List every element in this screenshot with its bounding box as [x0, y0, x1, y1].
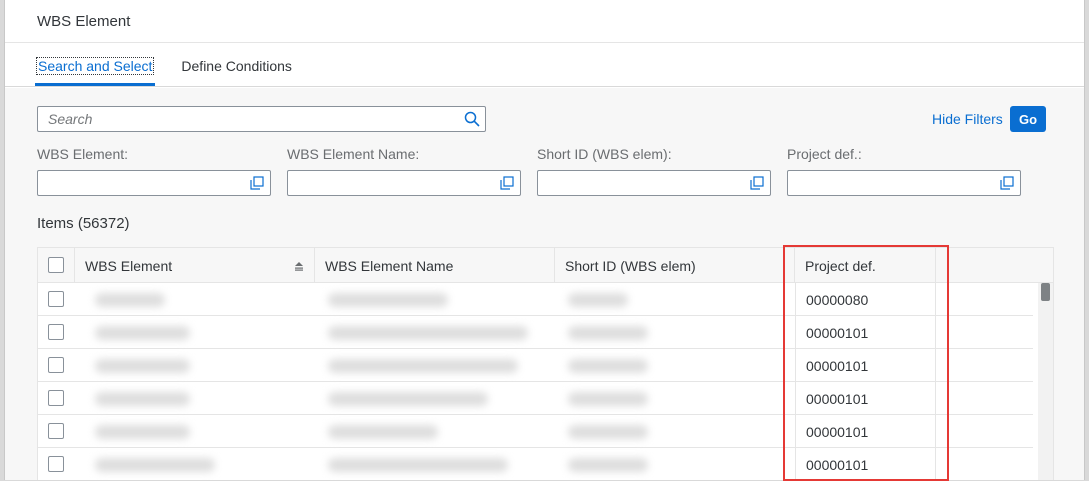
search-icon[interactable] [459, 107, 485, 131]
dialog-content: Hide Filters Go WBS Element: WBS Element… [5, 88, 1084, 480]
wbs-element-name-cell [318, 349, 554, 382]
wbs-element-name-input[interactable] [287, 170, 521, 196]
project-def-cell: 00000080 [795, 283, 936, 316]
value-help-icon[interactable] [1000, 176, 1014, 190]
filter-label: Short ID (WBS elem): [537, 146, 672, 162]
wbs-element-cell [85, 349, 315, 382]
row-checkbox[interactable] [48, 456, 64, 472]
short-id-cell [558, 448, 794, 480]
search-field[interactable] [37, 106, 486, 132]
tab-bar: Search and Select Define Conditions [5, 43, 1084, 87]
short-id-cell [558, 316, 794, 349]
filter-label: WBS Element Name: [287, 146, 420, 162]
scrollbar-thumb[interactable] [1041, 283, 1050, 301]
column-header-wbs-element-name[interactable]: WBS Element Name [315, 248, 555, 283]
project-def-cell: 00000101 [795, 382, 936, 415]
select-all-checkbox[interactable] [48, 257, 64, 273]
project-def-input[interactable] [787, 170, 1021, 196]
project-def-cell: 00000101 [795, 316, 936, 349]
wbs-element-name-cell [318, 448, 554, 480]
row-checkbox[interactable] [48, 357, 64, 373]
column-header-project-def[interactable]: Project def. [795, 248, 936, 283]
table-row[interactable]: 00000101 [38, 349, 1033, 382]
value-help-icon[interactable] [500, 176, 514, 190]
short-id-cell [558, 349, 794, 382]
vertical-scrollbar[interactable] [1038, 283, 1053, 480]
filter-label: Project def.: [787, 146, 862, 162]
project-def-cell: 00000101 [795, 415, 936, 448]
short-id-input[interactable] [537, 170, 771, 196]
tab-define-conditions[interactable]: Define Conditions [181, 58, 292, 86]
column-header-short-id[interactable]: Short ID (WBS elem) [555, 248, 795, 283]
wbs-element-dialog: WBS Element Search and Select Define Con… [4, 0, 1085, 480]
value-help-icon[interactable] [250, 176, 264, 190]
wbs-element-name-cell [318, 283, 554, 316]
filter-wbs-element-name: WBS Element Name: [287, 146, 521, 196]
items-table: WBS Element WBS Element Name Short ID (W… [37, 247, 1054, 480]
row-checkbox[interactable] [48, 324, 64, 340]
wbs-element-input[interactable] [37, 170, 271, 196]
wbs-element-cell [85, 448, 315, 480]
go-button[interactable]: Go [1010, 106, 1046, 132]
value-help-icon[interactable] [750, 176, 764, 190]
wbs-element-name-cell [318, 316, 554, 349]
column-header-wbs-element[interactable]: WBS Element [75, 248, 315, 283]
wbs-element-name-cell [318, 382, 554, 415]
sort-ascending-icon [295, 262, 303, 271]
table-row[interactable]: 00000101 [38, 415, 1033, 448]
filter-label: WBS Element: [37, 146, 129, 162]
table-header: WBS Element WBS Element Name Short ID (W… [38, 248, 1053, 283]
filter-project-def: Project def.: [787, 146, 1021, 196]
row-checkbox[interactable] [48, 423, 64, 439]
short-id-cell [558, 283, 794, 316]
row-checkbox[interactable] [48, 390, 64, 406]
project-def-cell: 00000101 [795, 349, 936, 382]
select-all-cell [38, 248, 75, 283]
short-id-cell [558, 415, 794, 448]
filter-wbs-element: WBS Element: [37, 146, 271, 196]
items-count-title: Items (56372) [37, 215, 130, 232]
wbs-element-cell [85, 283, 315, 316]
wbs-element-name-cell [318, 415, 554, 448]
short-id-cell [558, 382, 794, 415]
row-checkbox[interactable] [48, 291, 64, 307]
table-row[interactable]: 00000080 [38, 283, 1033, 316]
filter-short-id: Short ID (WBS elem): [537, 146, 771, 196]
project-def-cell: 00000101 [795, 448, 936, 480]
tab-search-and-select[interactable]: Search and Select [34, 57, 156, 86]
wbs-element-cell [85, 316, 315, 349]
wbs-element-cell [85, 415, 315, 448]
table-row[interactable]: 00000101 [38, 316, 1033, 349]
table-row[interactable]: 00000101 [38, 448, 1033, 480]
dialog-title: WBS Element [5, 0, 1084, 43]
table-row[interactable]: 00000101 [38, 382, 1033, 415]
wbs-element-cell [85, 382, 315, 415]
search-input[interactable] [48, 111, 459, 127]
hide-filters-button[interactable]: Hide Filters [932, 111, 1003, 127]
